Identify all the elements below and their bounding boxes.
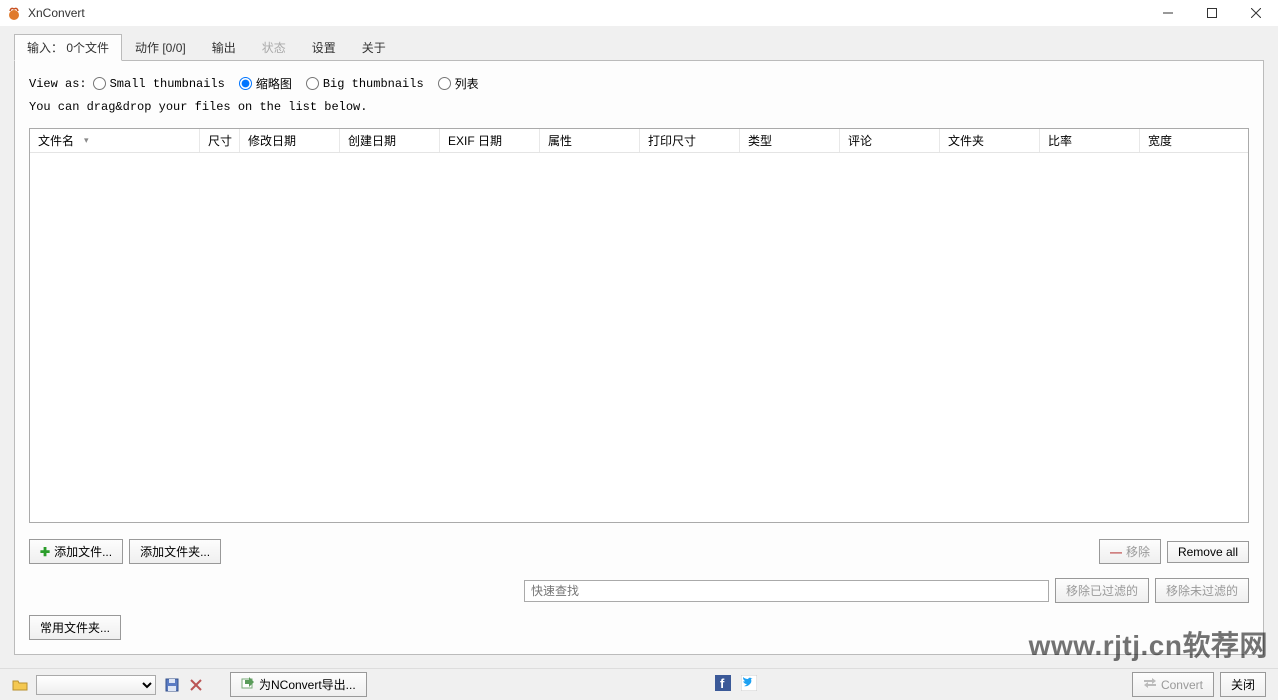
export-nconvert-button[interactable]: 为NConvert导出... [230,672,367,697]
col-exif[interactable]: EXIF 日期 [440,129,540,152]
convert-button[interactable]: Convert [1132,672,1214,697]
export-icon [241,676,255,693]
col-folder[interactable]: 文件夹 [940,129,1040,152]
common-folders-button[interactable]: 常用文件夹... [29,615,121,640]
status-bar: 为NConvert导出... f Convert 关闭 [0,668,1278,700]
tab-about[interactable]: 关于 [349,34,399,61]
col-ratio[interactable]: 比率 [1040,129,1140,152]
delete-icon[interactable] [188,677,204,693]
twitter-icon[interactable] [741,675,757,694]
remove-button[interactable]: —移除 [1099,539,1161,564]
svg-text:f: f [720,676,725,691]
col-filename[interactable]: 文件名▾ [30,129,200,152]
tab-status[interactable]: 状态 [249,34,299,61]
radio-big-thumbnails[interactable]: Big thumbnails [306,77,424,91]
filter-row: 移除已过滤的 移除未过滤的 [29,578,1249,603]
tab-settings[interactable]: 设置 [299,34,349,61]
watermark-text: www.rjtj.cn软荐网 [1029,624,1268,664]
viewas-label: View as: [29,77,87,91]
remove-unfiltered-button[interactable]: 移除未过滤的 [1155,578,1249,603]
app-icon [6,5,22,21]
col-printsize[interactable]: 打印尺寸 [640,129,740,152]
file-table: 文件名▾ 尺寸 修改日期 创建日期 EXIF 日期 属性 打印尺寸 类型 评论 … [29,128,1249,523]
social-icons: f [715,675,757,694]
tab-bar: 输入： 0个文件 动作 [0/0] 输出 状态 设置 关于 [14,34,1278,61]
tab-output[interactable]: 输出 [199,34,249,61]
window-controls [1146,0,1278,26]
sort-indicator-icon: ▾ [84,135,89,146]
col-modified[interactable]: 修改日期 [240,129,340,152]
remove-all-button[interactable]: Remove all [1167,541,1249,563]
button-row-main: ✚添加文件... 添加文件夹... —移除 Remove all [29,539,1249,564]
titlebar: XnConvert [0,0,1278,26]
add-folder-button[interactable]: 添加文件夹... [129,539,221,564]
viewas-row: View as: Small thumbnails 缩略图 Big thumbn… [29,75,1249,92]
col-props[interactable]: 属性 [540,129,640,152]
radio-thumbnails[interactable]: 缩略图 [239,75,292,92]
tab-actions[interactable]: 动作 [0/0] [122,34,199,61]
radio-small-thumbnails[interactable]: Small thumbnails [93,77,225,91]
close-app-button[interactable]: 关闭 [1220,672,1266,697]
drag-drop-hint: You can drag&drop your files on the list… [29,100,1249,114]
minus-icon: — [1110,545,1122,559]
col-type[interactable]: 类型 [740,129,840,152]
minimize-button[interactable] [1146,0,1190,26]
preset-dropdown[interactable] [36,675,156,695]
col-width[interactable]: 宽度 [1140,129,1248,152]
close-button[interactable] [1234,0,1278,26]
remove-filtered-button[interactable]: 移除已过滤的 [1055,578,1149,603]
window-title: XnConvert [28,6,85,20]
table-header: 文件名▾ 尺寸 修改日期 创建日期 EXIF 日期 属性 打印尺寸 类型 评论 … [30,129,1248,153]
col-created[interactable]: 创建日期 [340,129,440,152]
maximize-button[interactable] [1190,0,1234,26]
input-panel: View as: Small thumbnails 缩略图 Big thumbn… [14,60,1264,655]
add-files-button[interactable]: ✚添加文件... [29,539,123,564]
col-comment[interactable]: 评论 [840,129,940,152]
convert-icon [1143,677,1157,692]
plus-icon: ✚ [40,545,50,559]
quick-filter-input[interactable] [524,580,1049,602]
tab-input[interactable]: 输入： 0个文件 [14,34,122,61]
radio-list[interactable]: 列表 [438,75,479,92]
table-body[interactable] [30,153,1248,522]
facebook-icon[interactable]: f [715,675,731,694]
col-size[interactable]: 尺寸 [200,129,240,152]
open-folder-icon[interactable] [12,677,28,693]
save-icon[interactable] [164,677,180,693]
